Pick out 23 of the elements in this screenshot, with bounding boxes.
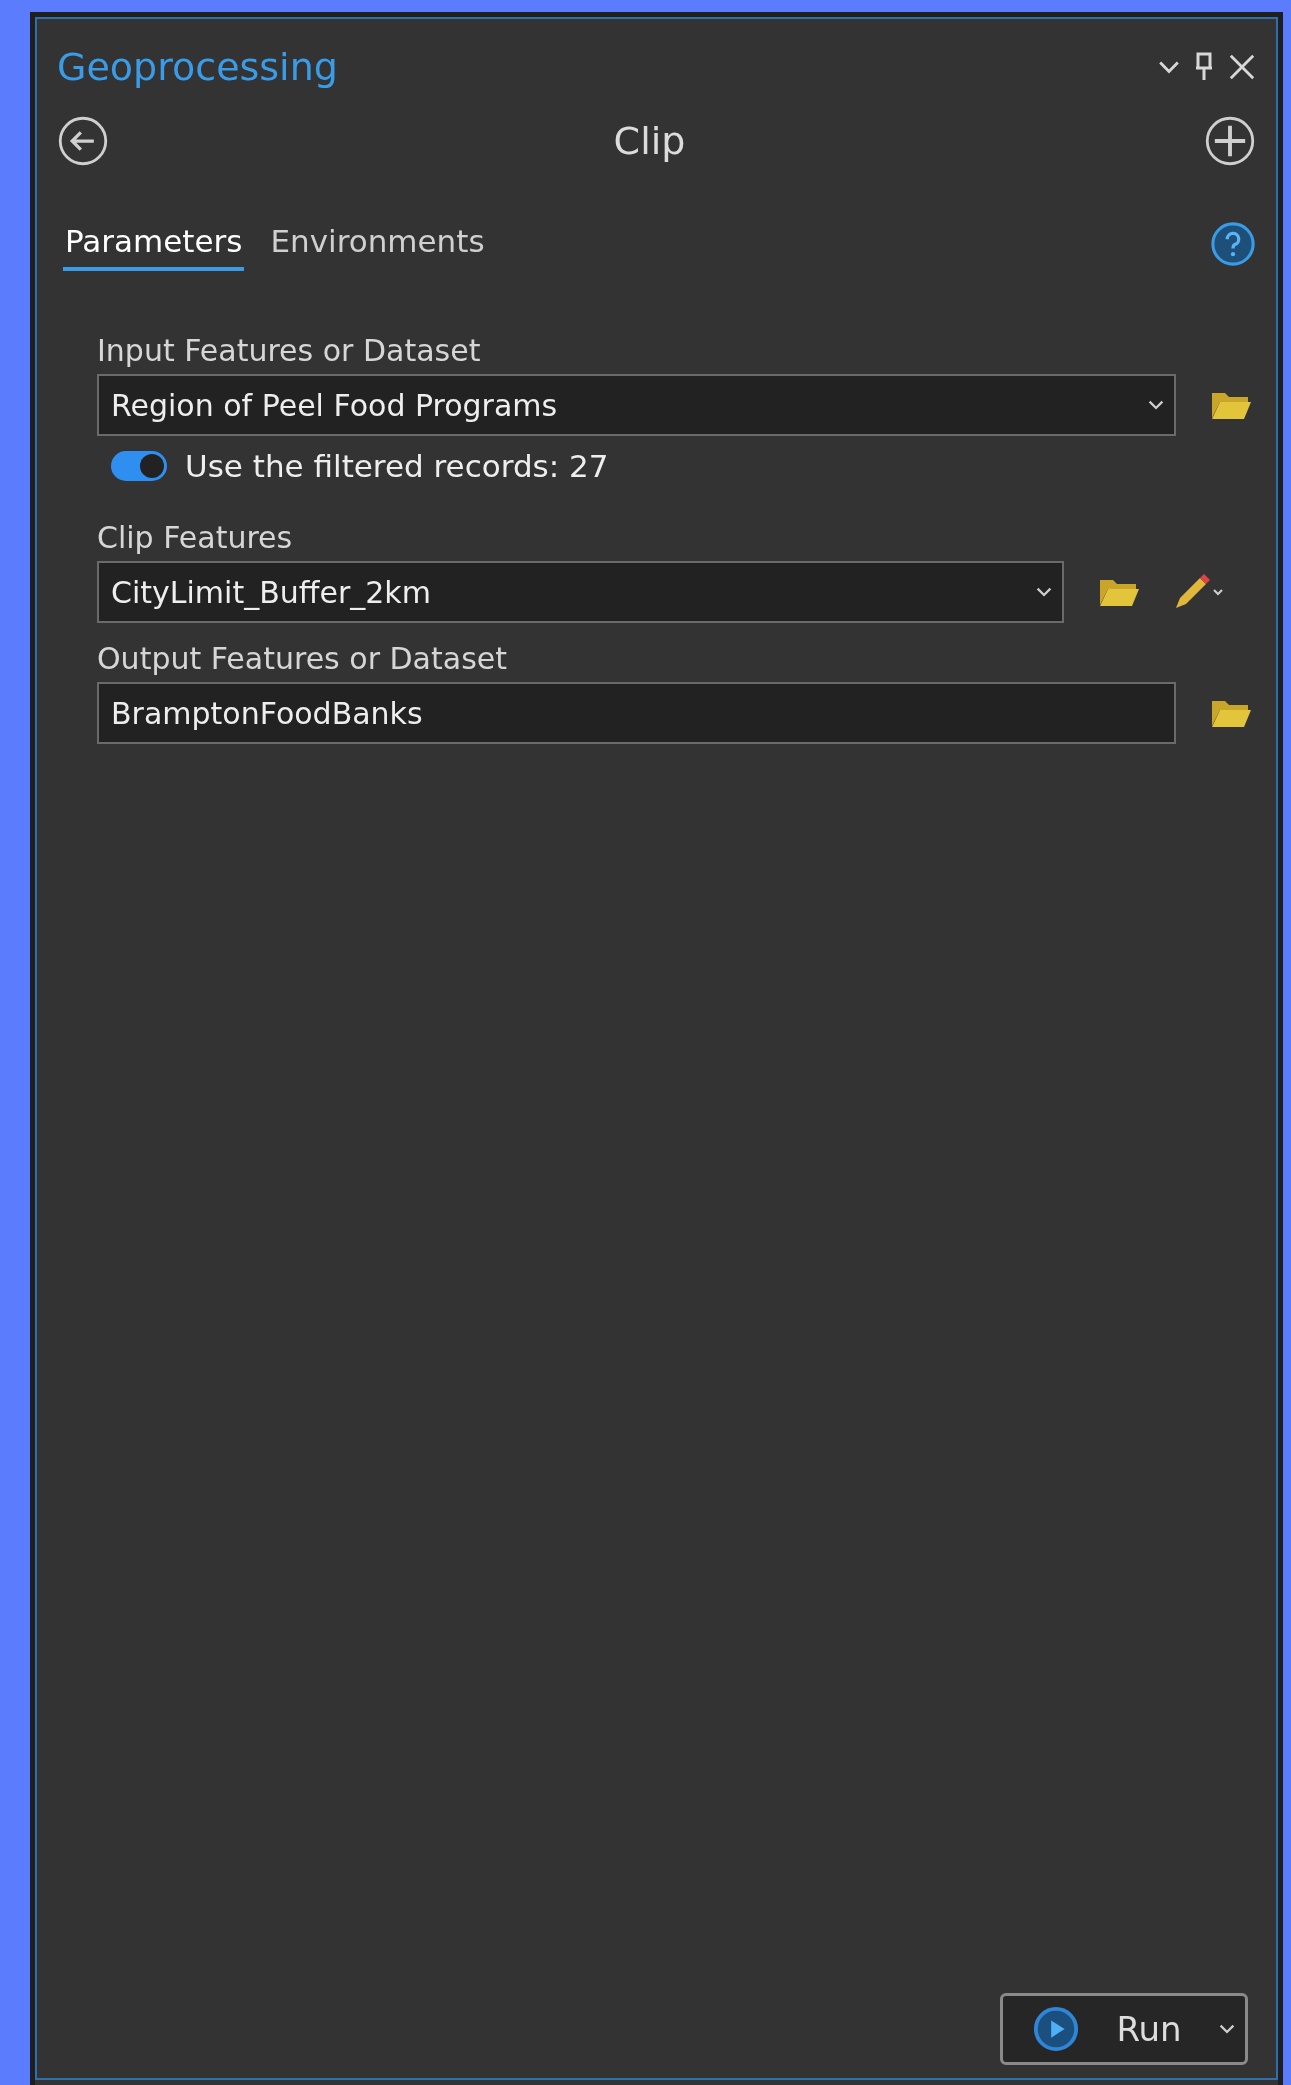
- tab[interactable]: Parameters: [63, 217, 245, 271]
- pane-title: Geoprocessing: [57, 45, 339, 89]
- parameter-label: Output Features or Dataset: [97, 641, 508, 676]
- dropdown-field[interactable]: Region of Peel Food Programs: [97, 374, 1176, 436]
- tab[interactable]: Environments: [268, 217, 487, 271]
- add-icon[interactable]: [1204, 115, 1256, 167]
- chevron-icon[interactable]: [1158, 60, 1180, 74]
- chevron-icon: [1148, 400, 1164, 410]
- tool-title: Clip: [612, 119, 687, 163]
- input-field[interactable]: BramptonFoodBanks: [97, 682, 1176, 744]
- parameter-label: Input Features or Dataset: [97, 333, 482, 368]
- chevron-icon: [1219, 2024, 1235, 2034]
- chevron-icon: [1036, 587, 1052, 597]
- play-icon: [1033, 2006, 1079, 2052]
- back-arrow-icon[interactable]: [57, 115, 109, 167]
- toggle-label: Use the filtered records: 27: [185, 448, 609, 484]
- dropdown-field[interactable]: CityLimit_Buffer_2km: [97, 561, 1064, 623]
- pin-icon[interactable]: [1194, 52, 1214, 82]
- toggle-switch[interactable]: [111, 451, 167, 481]
- close-icon[interactable]: [1228, 53, 1256, 81]
- run-button[interactable]: Run: [1000, 1993, 1248, 2065]
- parameter-label: Clip Features: [97, 520, 294, 555]
- help-icon[interactable]: [1210, 221, 1256, 267]
